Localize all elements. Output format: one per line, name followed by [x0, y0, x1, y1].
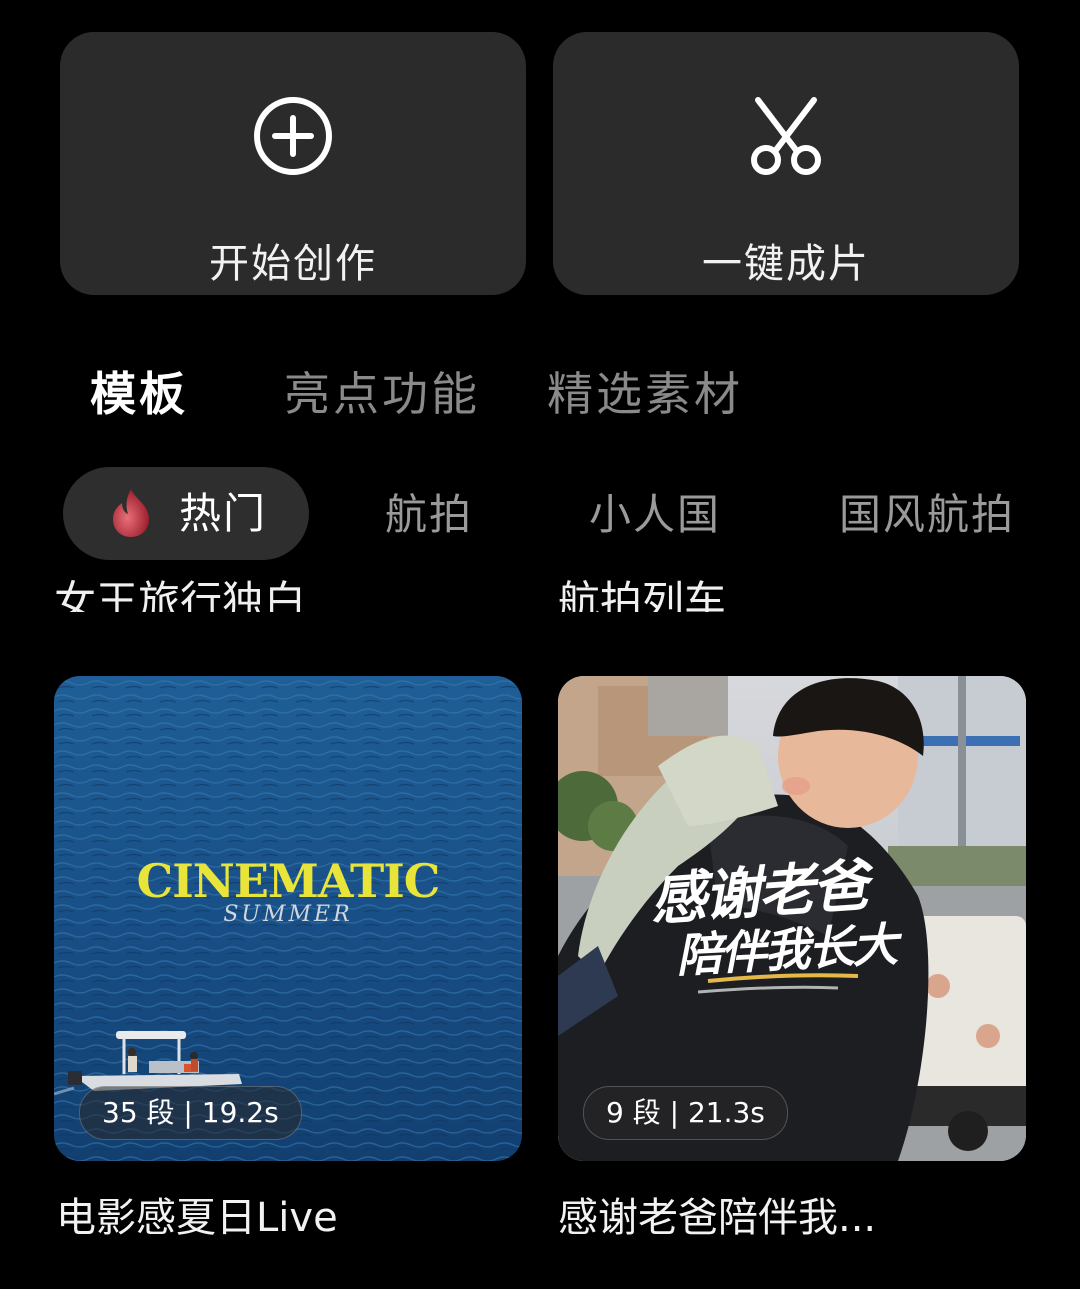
start-creating-button[interactable]: 开始创作: [60, 32, 526, 295]
template-title-thanks-dad[interactable]: 感谢老爸陪伴我...: [558, 1190, 876, 1246]
subtab-aerial[interactable]: 航拍: [385, 486, 473, 544]
overlay-line-accompany: 陪伴我长大: [674, 917, 898, 983]
template-title-cinematic-summer[interactable]: 电影感夏日Live: [56, 1190, 338, 1246]
home-screen: 开始创作 一键成片 模板 亮点功能 精选素材 热门 航拍 小人国 国风航拍 女王…: [0, 0, 1080, 1289]
plus-circle-icon: [254, 97, 332, 175]
template-card-cinematic-summer[interactable]: CINEMATIC SUMMER 35 段 | 19.2s: [54, 676, 522, 1161]
one-click-video-label: 一键成片: [702, 241, 870, 287]
previous-row-title-right: 航拍列车: [558, 577, 727, 612]
template-duration-badge: 35 段 | 19.2s: [79, 1086, 302, 1140]
subtab-hot[interactable]: 热门: [63, 467, 309, 560]
subtab-hot-label: 热门: [179, 489, 268, 538]
previous-row-title-left: 女王旅行独白: [54, 577, 307, 612]
scissors-icon: [751, 97, 821, 175]
start-creating-label: 开始创作: [209, 241, 377, 287]
subtab-guofeng-aerial[interactable]: 国风航拍: [839, 486, 1015, 544]
tab-selected-materials[interactable]: 精选素材: [547, 362, 743, 426]
subtab-tiny-world[interactable]: 小人国: [589, 486, 721, 544]
template-card-thanks-dad[interactable]: 感谢老爸 陪伴我长大 9 段 | 21.3s: [558, 676, 1026, 1161]
tab-highlight-features[interactable]: 亮点功能: [284, 362, 480, 426]
overlay-title-cinematic: CINEMATIC: [136, 854, 441, 908]
tab-templates[interactable]: 模板: [90, 362, 188, 426]
fire-icon: [113, 489, 149, 537]
one-click-video-button[interactable]: 一键成片: [553, 32, 1019, 295]
template-duration-badge: 9 段 | 21.3s: [583, 1086, 788, 1140]
overlay-subtitle-summer: SUMMER: [223, 902, 353, 927]
